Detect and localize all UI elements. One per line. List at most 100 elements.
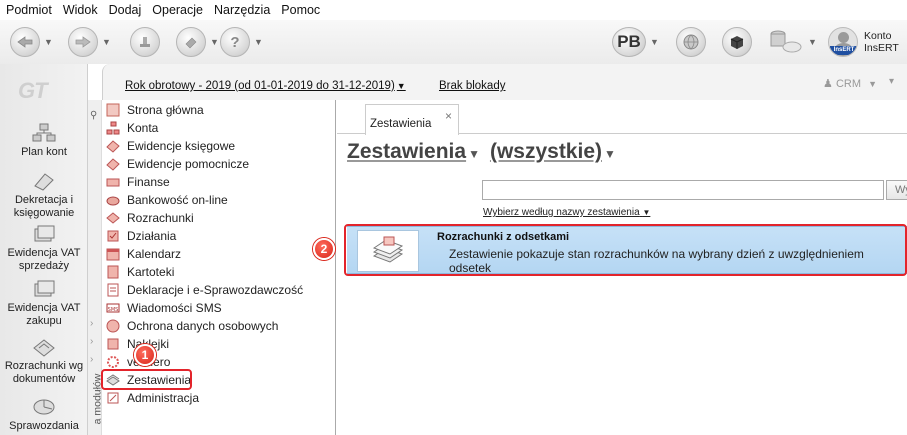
module-konta[interactable]: Konta bbox=[104, 119, 158, 137]
menu-narzedzia[interactable]: Narzędzia bbox=[214, 3, 270, 17]
chevron-down-icon[interactable]: ▼ bbox=[468, 147, 480, 161]
crm-icon: ♟ bbox=[823, 78, 833, 90]
records-icon bbox=[107, 265, 119, 279]
search-input[interactable] bbox=[482, 180, 884, 200]
declarations-icon bbox=[107, 283, 119, 297]
ledger-icon bbox=[106, 140, 120, 153]
toolbar-button-web[interactable] bbox=[676, 26, 706, 58]
lock-status-link[interactable]: Brak blokady bbox=[439, 80, 505, 92]
title-zestawienia[interactable]: Zestawienia bbox=[347, 140, 466, 164]
chevron-down-icon: ▼ bbox=[650, 37, 659, 47]
home-icon bbox=[106, 103, 120, 117]
chevron-down-icon: ▼ bbox=[254, 37, 263, 47]
expand-chevron-icon[interactable]: › bbox=[90, 318, 93, 329]
module-deklaracje[interactable]: Deklaracje i e-Sprawozdawczość bbox=[104, 281, 303, 299]
info-bar: Rok obrotowy - 2019 (od 01-01-2019 do 31… bbox=[102, 64, 907, 100]
vat-purchase-icon bbox=[34, 280, 55, 297]
sms-icon: SMS bbox=[106, 303, 120, 313]
module-ewidencje-ksiegowe[interactable]: Ewidencje księgowe bbox=[104, 137, 235, 155]
box-icon bbox=[722, 27, 752, 57]
documents-icon bbox=[176, 27, 206, 57]
insert-logo-label: InsERT bbox=[830, 46, 857, 55]
quick-sprawozdania[interactable]: Sprawozdania bbox=[0, 396, 88, 433]
settlements-icon bbox=[33, 339, 55, 357]
svg-text:SMS: SMS bbox=[108, 307, 119, 313]
menu-operacje[interactable]: Operacje bbox=[152, 3, 203, 17]
chevron-down-icon: ▼ bbox=[210, 37, 219, 47]
module-kartoteki[interactable]: Kartoteki bbox=[104, 263, 174, 281]
module-strip: ⚲ a modułów bbox=[88, 100, 103, 435]
module-dzialania[interactable]: Działania bbox=[104, 227, 176, 245]
toolbar-button-stamp[interactable] bbox=[130, 26, 160, 58]
menu-dodaj[interactable]: Dodaj bbox=[109, 3, 142, 17]
chevron-down-icon[interactable]: ▼ bbox=[604, 147, 616, 161]
module-administracja[interactable]: Administracja bbox=[104, 389, 199, 407]
toolbar-button-documents[interactable]: ▼ bbox=[176, 26, 219, 58]
pin-icon[interactable]: ⚲ bbox=[90, 110, 97, 121]
toolbar-button-help[interactable]: ? ▼ bbox=[220, 26, 263, 58]
menu-pomoc[interactable]: Pomoc bbox=[281, 3, 320, 17]
vendero-icon bbox=[107, 356, 119, 368]
toolbar-button-pb[interactable]: PB ▼ bbox=[612, 26, 659, 58]
toolbar: ▼ ▼ ▼ ? ▼ PB ▼ ▼ bbox=[0, 20, 907, 64]
chart-of-accounts-icon bbox=[32, 123, 56, 142]
chevron-down-icon: ▼ bbox=[44, 37, 53, 47]
tabs-row: Zestawienia × bbox=[337, 100, 907, 135]
close-icon[interactable]: × bbox=[445, 109, 452, 123]
module-bankowosc[interactable]: Bankowość on-line bbox=[104, 191, 228, 209]
module-wiadomosci-sms[interactable]: SMS Wiadomości SMS bbox=[104, 299, 222, 317]
module-ewidencje-pomocnicze[interactable]: Ewidencje pomocnicze bbox=[104, 155, 249, 173]
globe-icon bbox=[676, 27, 706, 57]
callout-badge-2: 2 bbox=[313, 238, 335, 260]
expand-icon[interactable]: ▾ bbox=[889, 76, 894, 87]
crm-button[interactable]: ♟ CRM ▼ bbox=[823, 77, 877, 90]
labels-icon bbox=[107, 338, 119, 350]
online-banking-icon bbox=[106, 196, 120, 206]
filter-by-name-dropdown[interactable]: Wybierz według nazwy zestawienia ▼ bbox=[483, 207, 650, 218]
search-button[interactable]: Wy bbox=[886, 180, 907, 200]
data-protection-icon bbox=[106, 319, 120, 333]
module-rozrachunki[interactable]: Rozrachunki bbox=[104, 209, 194, 227]
module-kalendarz[interactable]: Kalendarz bbox=[104, 245, 181, 263]
module-ochrona-danych[interactable]: Ochrona danych osobowych bbox=[104, 317, 278, 335]
reports-icon bbox=[33, 399, 55, 415]
avatar: InsERT bbox=[828, 27, 858, 57]
cloud-database-icon bbox=[768, 27, 804, 57]
module-strona-glowna[interactable]: Strona główna bbox=[104, 101, 204, 119]
menu-bar: Podmiot Widok Dodaj Operacje Narzędzia P… bbox=[0, 0, 907, 20]
account-name: InsERT bbox=[864, 42, 899, 54]
expand-chevron-icon[interactable]: › bbox=[90, 354, 93, 365]
toolbar-button-box[interactable] bbox=[722, 26, 752, 58]
callout-badge-1: 1 bbox=[134, 344, 156, 366]
module-finanse[interactable]: Finanse bbox=[104, 173, 170, 191]
account-button[interactable]: InsERT Konto InsERT bbox=[828, 27, 899, 57]
back-arrow-icon bbox=[10, 27, 40, 57]
accounts-icon bbox=[106, 121, 120, 135]
fiscal-year-selector[interactable]: Rok obrotowy - 2019 (od 01-01-2019 do 31… bbox=[125, 80, 406, 92]
quick-vat-sprzedazy[interactable]: Ewidencja VAT sprzedaży bbox=[0, 223, 88, 273]
expand-chevron-icon[interactable]: › bbox=[90, 336, 93, 347]
settlements-icon bbox=[106, 212, 120, 224]
highlight-report-row bbox=[344, 224, 907, 276]
quick-plan-kont[interactable]: Plan kont bbox=[0, 122, 88, 159]
page-title: Zestawienia ▼ (wszystkie) ▼ bbox=[347, 140, 626, 164]
posting-icon bbox=[34, 173, 54, 191]
finance-icon bbox=[106, 178, 120, 187]
quick-rozrachunki-wg-dokumentow[interactable]: Rozrachunki wg dokumentów bbox=[0, 336, 88, 386]
chevron-down-icon: ▼ bbox=[642, 208, 651, 217]
auxiliary-ledger-icon bbox=[106, 158, 120, 171]
chevron-down-icon: ▼ bbox=[808, 37, 817, 47]
quick-dekretacja[interactable]: Dekretacja i księgowanie bbox=[0, 170, 88, 220]
menu-podmiot[interactable]: Podmiot bbox=[6, 3, 52, 17]
administration-icon bbox=[107, 392, 119, 404]
quick-vat-zakupu[interactable]: Ewidencja VAT zakupu bbox=[0, 278, 88, 328]
title-filter-all[interactable]: (wszystkie) bbox=[490, 140, 602, 164]
tab-zestawienia[interactable]: Zestawienia × bbox=[365, 104, 459, 135]
toolbar-button-forward[interactable]: ▼ bbox=[68, 26, 111, 58]
chevron-down-icon: ▼ bbox=[102, 37, 111, 47]
menu-widok[interactable]: Widok bbox=[63, 3, 98, 17]
stamp-icon bbox=[130, 27, 160, 57]
pb-icon: PB bbox=[612, 27, 646, 57]
toolbar-button-back[interactable]: ▼ bbox=[10, 26, 53, 58]
toolbar-button-cloud[interactable]: ▼ bbox=[768, 26, 817, 58]
